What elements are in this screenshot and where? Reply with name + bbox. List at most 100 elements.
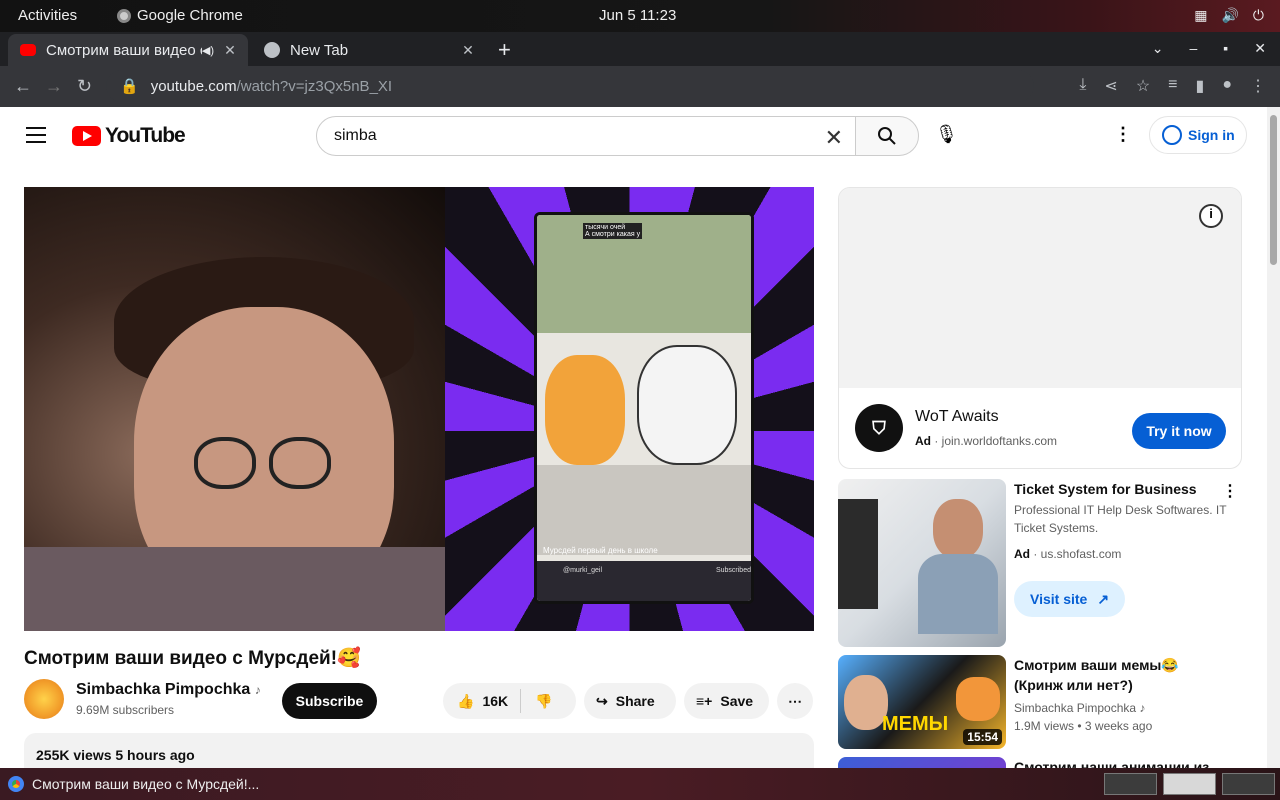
ad-title[interactable]: WoT Awaits [915, 408, 999, 426]
app-menu[interactable]: Google Chrome [117, 7, 243, 24]
taskbar-window-button[interactable]: Смотрим ваши видео с Мурсдей!... [8, 776, 259, 792]
rec-title[interactable]: Смотрим наши анимации из [1014, 757, 1219, 768]
workspace-3[interactable] [1222, 773, 1275, 795]
tab-youtube[interactable]: Смотрим ваши видео с Мурсдей!🥰 ◀) ✕ [8, 34, 248, 66]
monitor-figure [838, 499, 878, 609]
phone-channel: @murki_geil [563, 567, 603, 574]
school-desk [537, 465, 751, 555]
install-icon[interactable]: ⤓ [1079, 76, 1086, 96]
window-controls: ⌄ – ▪ ✕ [1152, 40, 1266, 57]
youtube-page: YouTube simba ✕ 🎙 ⋮ Sign in тысячи очей … [0, 107, 1267, 768]
maximize-icon[interactable]: ▪ [1223, 40, 1228, 57]
glasses-left [194, 437, 256, 489]
phone-bottom-caption: Мурсдей первый день в школе [543, 546, 658, 555]
search-button[interactable] [855, 116, 919, 156]
tab-title: Смотрим ваши видео с Мурсдей!🥰 [46, 42, 202, 59]
ad-banner[interactable]: i [839, 188, 1241, 388]
chrome-favicon-icon [264, 42, 280, 58]
glasses-right [269, 437, 331, 489]
save-button[interactable]: ≡+ Save [684, 683, 769, 719]
list-item[interactable]: МЕМЫ 15:54 Смотрим ваши мемы😂 (Кринж или… [838, 655, 1258, 749]
share-button[interactable]: ↪ Share [584, 683, 676, 719]
profile-icon[interactable]: ● [1222, 76, 1232, 96]
logo-text: YouTube [105, 124, 186, 147]
office-worker-figure [933, 499, 983, 559]
audio-playing-icon[interactable]: ◀) [202, 44, 214, 57]
youtube-logo[interactable]: YouTube [72, 124, 186, 148]
more-vert-icon[interactable]: ⋮ [1222, 481, 1238, 501]
thumbs-up-icon: 👍 [457, 692, 475, 709]
bookmark-star-icon[interactable]: ☆ [1136, 76, 1150, 96]
rec-title[interactable]: Смотрим ваши мемы😂 (Кринж или нет?) [1014, 655, 1219, 695]
video-player[interactable]: тысячи очей А смотри какая у Мурсдей пер… [24, 187, 814, 631]
taskbar-window-title: Смотрим ваши видео с Мурсдей!... [32, 776, 260, 792]
scene-sky [537, 215, 751, 333]
account-icon [1162, 125, 1182, 145]
rec-title[interactable]: Ticket System for Business [1014, 479, 1219, 499]
tab-title: New Tab [290, 41, 349, 59]
ad-badge: Ad [1014, 547, 1030, 561]
minimize-icon[interactable]: – [1190, 40, 1198, 57]
visit-site-button[interactable]: Visit site ↗ [1014, 581, 1125, 617]
system-tray[interactable]: ▦ 🔊 ⏻ [1194, 7, 1264, 24]
forward-icon[interactable]: → [45, 76, 63, 97]
music-note-icon: ♪ [254, 683, 261, 697]
sign-in-button[interactable]: Sign in [1149, 116, 1247, 154]
info-icon[interactable]: i [1199, 204, 1223, 228]
description-box[interactable]: 255K views 5 hours ago [24, 733, 814, 768]
subscriber-count: 9.69M subscribers [76, 703, 175, 717]
shirt-shape [24, 547, 445, 631]
new-tab-icon[interactable]: + [498, 37, 511, 63]
rec-meta: Ad · us.shofast.com [1014, 547, 1122, 561]
ad-domain: join.worldoftanks.com [941, 434, 1058, 448]
channel-name[interactable]: Simbachka Pimpochka ♪ [76, 681, 261, 699]
wot-logo-icon: ⛉ [855, 404, 903, 452]
sidebar-ad[interactable]: i ⛉ WoT Awaits Ad · join.worldoftanks.co… [838, 187, 1242, 469]
reload-icon[interactable]: ↻ [77, 76, 92, 97]
thumb-cat [956, 677, 1000, 721]
tab-new-tab[interactable]: New Tab ✕ [252, 34, 486, 66]
video-thumbnail[interactable] [838, 757, 1006, 768]
youtube-header: YouTube simba ✕ 🎙 ⋮ Sign in [0, 107, 1267, 163]
scrollbar-thumb[interactable] [1270, 115, 1277, 265]
address-bar[interactable]: 🔒 youtube.com/watch?v=jz3Qx5nB_XI [106, 70, 1034, 102]
chrome-menu-icon[interactable]: ⋮ [1250, 76, 1266, 96]
list-item[interactable]: Смотрим наши анимации из [838, 757, 1258, 768]
system-top-bar: Activities Google Chrome Jun 5 11:23 ▦ 🔊… [0, 0, 1280, 32]
browser-toolbar: ← → ↻ 🔒 youtube.com/watch?v=jz3Qx5nB_XI … [0, 66, 1280, 107]
settings-menu-icon[interactable]: ⋮ [1114, 124, 1132, 145]
duration-badge: 15:54 [963, 729, 1002, 745]
lock-icon[interactable]: 🔒 [120, 77, 139, 95]
thumb-text: МЕМЫ [882, 713, 949, 735]
side-panel-icon[interactable]: ▮ [1196, 76, 1205, 96]
video-thumbnail[interactable] [838, 479, 1006, 647]
media-control-icon[interactable]: ≡ [1168, 76, 1177, 96]
youtube-favicon-icon [20, 44, 36, 56]
more-actions-button[interactable]: ⋯ [777, 683, 813, 719]
workspace-2[interactable] [1163, 773, 1216, 795]
video-thumbnail[interactable]: МЕМЫ 15:54 [838, 655, 1006, 749]
rec-channel-text: Simbachka Pimpochka [1014, 701, 1137, 715]
try-it-now-button[interactable]: Try it now [1132, 413, 1226, 449]
channel-avatar[interactable] [24, 679, 64, 719]
workspace-1[interactable] [1104, 773, 1157, 795]
subscribe-button[interactable]: Subscribe [282, 683, 377, 719]
save-label: Save [720, 693, 754, 709]
like-button[interactable]: 👍 16K [443, 689, 522, 713]
close-window-icon[interactable]: ✕ [1254, 40, 1266, 57]
clear-search-icon[interactable]: ✕ [825, 125, 843, 151]
microphone-icon[interactable]: 🎙 [935, 124, 958, 145]
page-scrollbar[interactable] [1267, 107, 1280, 768]
rec-channel[interactable]: Simbachka Pimpochka ♪ [1014, 699, 1234, 717]
close-tab-icon[interactable]: ✕ [458, 42, 478, 59]
dislike-button[interactable]: 👎 [521, 693, 552, 710]
back-icon[interactable]: ← [14, 76, 32, 97]
list-item[interactable]: Ticket System for Business Professional … [838, 479, 1258, 649]
clock[interactable]: Jun 5 11:23 [599, 7, 676, 24]
tab-search-icon[interactable]: ⌄ [1152, 40, 1164, 57]
menu-icon[interactable] [26, 127, 46, 148]
search-input[interactable]: simba ✕ [316, 116, 856, 156]
share-icon[interactable]: ⋖ [1104, 76, 1117, 96]
activities-button[interactable]: Activities [18, 7, 77, 24]
close-tab-icon[interactable]: ✕ [220, 42, 240, 59]
